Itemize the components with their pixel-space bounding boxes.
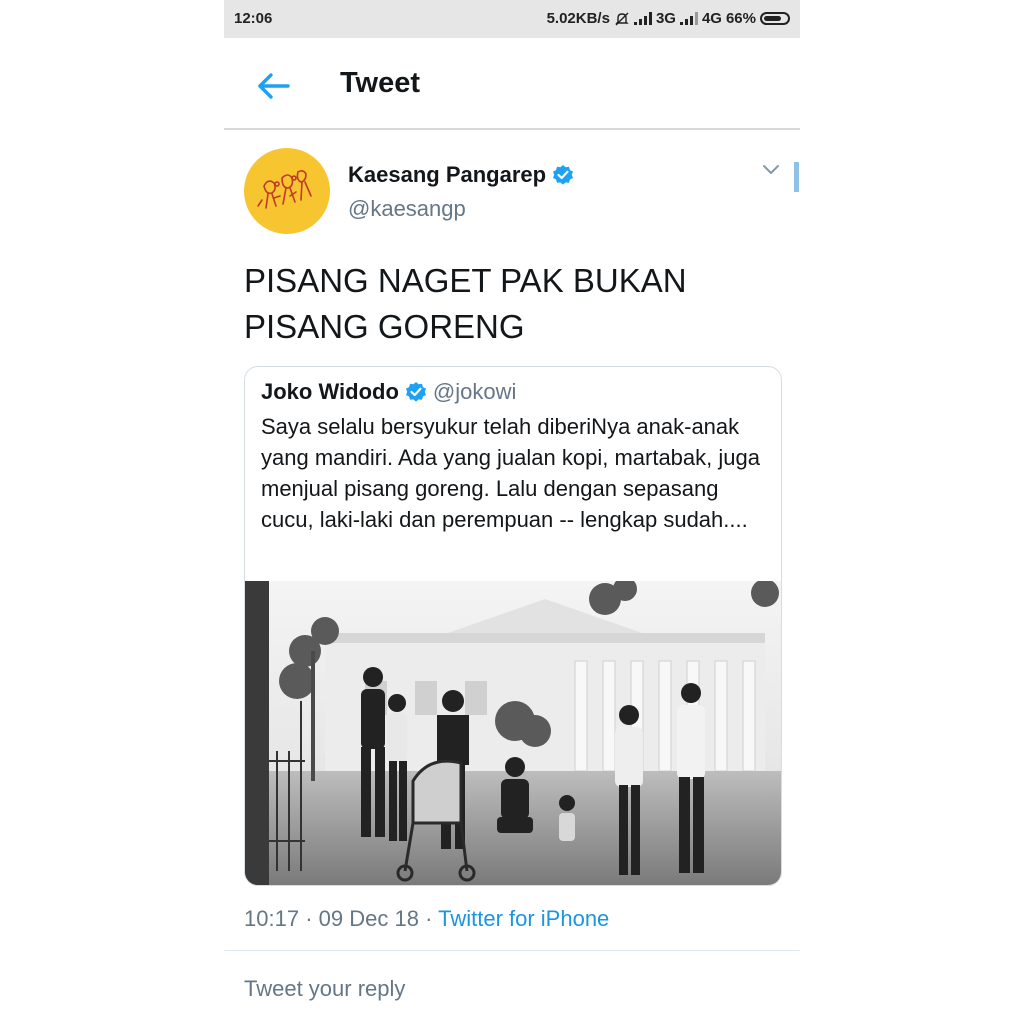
meta-separator: · xyxy=(425,906,433,931)
author-name-text: Kaesang Pangarep xyxy=(348,162,547,187)
verified-badge-icon xyxy=(405,382,426,402)
divider xyxy=(224,950,800,951)
phone-screen: 12:06 5.02KB/s 3G 4G 66% Tweet Kaesang P… xyxy=(224,0,800,1024)
author-name[interactable]: Kaesang Pangarep xyxy=(348,162,574,188)
quoted-author-name: Joko Widodo xyxy=(261,379,399,404)
chevron-down-icon[interactable] xyxy=(762,163,780,177)
verified-badge-icon xyxy=(553,165,574,185)
battery-icon xyxy=(760,12,790,25)
tweet-time: 10:17 xyxy=(244,906,300,931)
scroll-indicator xyxy=(794,162,799,192)
author-handle[interactable]: @kaesangp xyxy=(348,196,466,222)
top-app-bar: Tweet xyxy=(224,38,800,130)
quoted-tweet-photo[interactable] xyxy=(245,581,781,885)
network-speed: 5.02KB/s xyxy=(546,10,610,27)
tweet-meta: 10:17 · 09 Dec 18 · Twitter for iPhone xyxy=(244,906,609,932)
avatar[interactable] xyxy=(244,148,330,234)
meta-separator: · xyxy=(305,906,313,931)
status-bar: 12:06 5.02KB/s 3G 4G 66% xyxy=(224,0,800,38)
reply-input[interactable]: Tweet your reply xyxy=(244,976,405,1002)
battery-percent: 66% xyxy=(725,10,756,27)
quoted-tweet-header: Joko Widodo @jokowi xyxy=(261,379,516,405)
quoted-author-handle: @jokowi xyxy=(432,379,517,404)
avatar-illustration xyxy=(257,170,312,209)
status-indicators: 5.02KB/s 3G 4G 66% xyxy=(547,10,790,27)
network-3g: 3G xyxy=(655,10,676,27)
network-4g: 4G xyxy=(701,10,722,27)
page-title: Tweet xyxy=(340,67,421,99)
mute-bell-icon xyxy=(615,12,629,25)
signal-icon xyxy=(679,12,698,25)
tweet-source-link[interactable]: Twitter for iPhone xyxy=(438,906,609,931)
status-time: 12:06 xyxy=(234,10,273,27)
tweet-text: PISANG NAGET PAK BUKAN PISANG GORENG xyxy=(244,262,687,345)
quoted-tweet-text: Saya selalu bersyukur telah diberiNya an… xyxy=(261,414,760,532)
arrow-left-icon[interactable] xyxy=(254,66,294,106)
signal-icon xyxy=(633,12,652,25)
quoted-tweet-card[interactable]: Joko Widodo @jokowi Saya selalu bersyuku… xyxy=(244,366,782,886)
tweet-date: 09 Dec 18 xyxy=(318,906,419,931)
